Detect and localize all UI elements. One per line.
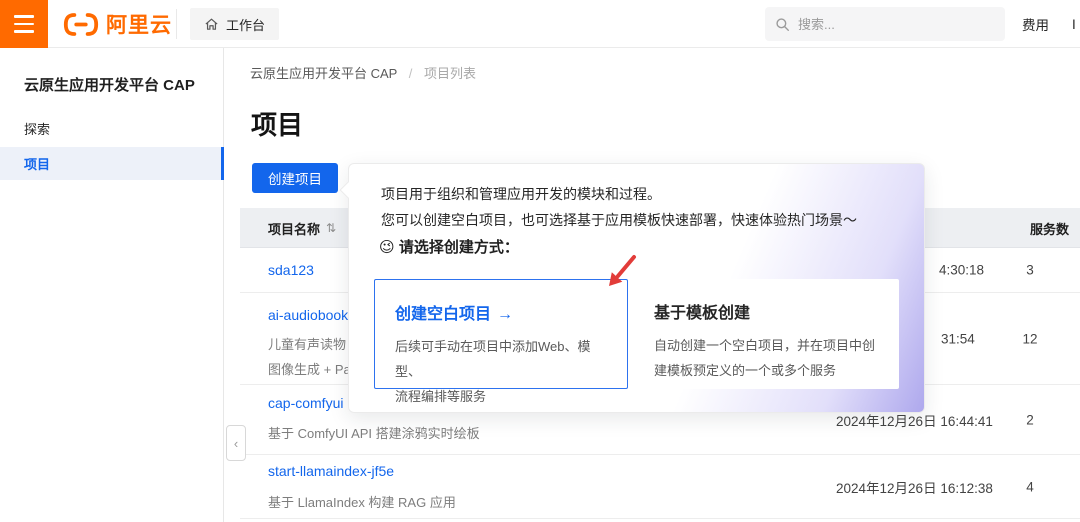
popover-prompt: 😉 请选择创建方式： [379, 239, 519, 256]
column-header-project-name[interactable]: 项目名称 ⇅ [268, 208, 336, 248]
wink-emoji-icon: 😉 [379, 239, 395, 256]
blank-project-description: 后续可手动在项目中添加Web、模型、 流程编排等服务 [395, 339, 591, 404]
create-project-popover: 项目用于组织和管理应用开发的模块和过程。 您可以创建空白项目，也可选择基于应用模… [339, 163, 925, 413]
breadcrumb-current: 项目列表 [423, 66, 476, 81]
search-input[interactable] [798, 16, 978, 32]
create-project-button[interactable]: 创建项目 [252, 163, 338, 193]
home-icon [205, 18, 218, 30]
top-navbar: 阿里云 工作台 费用 I [0, 0, 1080, 48]
project-name-link[interactable]: cap-comfyui [268, 395, 343, 411]
sidebar-collapse-toggle[interactable]: ‹ [226, 425, 246, 461]
create-blank-project-card[interactable]: 创建空白项目 → 后续可手动在项目中添加Web、模型、 流程编排等服务 [374, 279, 628, 404]
page-title: 项目 [251, 110, 304, 140]
table-row: start-llamaindex-jf5e 基于 LlamaIndex 构建 R… [240, 455, 1080, 519]
sidebar: 云原生应用开发平台 CAP 探索 项目 [0, 48, 224, 522]
popover-intro-line2: 您可以创建空白项目，也可选择基于应用模板快速部署，快速体验热门场景～ [381, 212, 857, 228]
created-time: 4:30:18 [939, 262, 985, 278]
project-name-link[interactable]: sda123 [268, 262, 314, 278]
arrow-right-icon: → [497, 306, 514, 323]
services-count: 4 [1026, 479, 1034, 494]
project-description: 图像生成 + Pa [268, 362, 351, 377]
project-description: 儿童有声读物 [268, 337, 347, 352]
aliyun-logo-text: 阿里云 [106, 14, 172, 37]
hamburger-menu-icon[interactable] [0, 0, 48, 48]
project-name-link[interactable]: start-llamaindex-jf5e [268, 463, 394, 479]
aliyun-brackets-icon [63, 12, 99, 36]
services-count: 3 [1026, 262, 1034, 278]
blank-project-title: 创建空白项目 → [395, 306, 514, 323]
template-project-description: 自动创建一个空白项目，并在项目中创 建模板预定义的一个或多个服务 [654, 338, 876, 378]
breadcrumb-separator: / [408, 66, 413, 81]
breadcrumb: 云原生应用开发平台 CAP / 项目列表 [250, 63, 476, 82]
project-name-link[interactable]: ai-audiobook [268, 307, 348, 323]
popover-intro: 项目用于组织和管理应用开发的模块和过程。 您可以创建空白项目，也可选择基于应用模… [381, 181, 857, 233]
project-description: 基于 LlamaIndex 构建 RAG 应用 [268, 495, 456, 510]
popover-intro-line1: 项目用于组织和管理应用开发的模块和过程。 [381, 186, 661, 202]
workbench-button[interactable]: 工作台 [190, 8, 280, 40]
breadcrumb-root[interactable]: 云原生应用开发平台 CAP [250, 66, 397, 81]
aliyun-logo[interactable]: 阿里云 [62, 0, 172, 48]
sidebar-title: 云原生应用开发平台 CAP [24, 77, 195, 94]
services-count: 2 [1026, 412, 1034, 427]
workbench-label: 工作台 [226, 17, 266, 33]
global-search [765, 7, 1005, 41]
services-count: 12 [1022, 331, 1038, 346]
sidebar-item-explore[interactable]: 探索 [0, 112, 224, 145]
create-from-template-card[interactable]: 基于模板创建 自动创建一个空白项目，并在项目中创 建模板预定义的一个或多个服务 [634, 279, 899, 389]
created-time: 31:54 [941, 331, 975, 346]
template-project-title: 基于模板创建 [654, 305, 751, 322]
chevron-left-icon: ‹ [233, 435, 239, 451]
app-window: 阿里云 工作台 费用 I 云原生应用开发平台 CAP 探索 项目 ‹ 云原生应 [0, 0, 1080, 522]
created-time: 2024年12月26日 16:12:38 [836, 480, 993, 496]
topbar-divider [176, 9, 177, 39]
search-icon [776, 17, 790, 31]
clipped-menu-item[interactable]: I [1072, 0, 1076, 48]
column-header-services: 服务数 [1030, 221, 1070, 237]
billing-menu-item[interactable]: 费用 [1022, 0, 1049, 48]
sidebar-item-projects[interactable]: 项目 [0, 147, 224, 180]
sort-icon[interactable]: ⇅ [326, 221, 336, 235]
project-description: 基于 ComfyUI API 搭建涂鸦实时绘板 [268, 426, 480, 441]
